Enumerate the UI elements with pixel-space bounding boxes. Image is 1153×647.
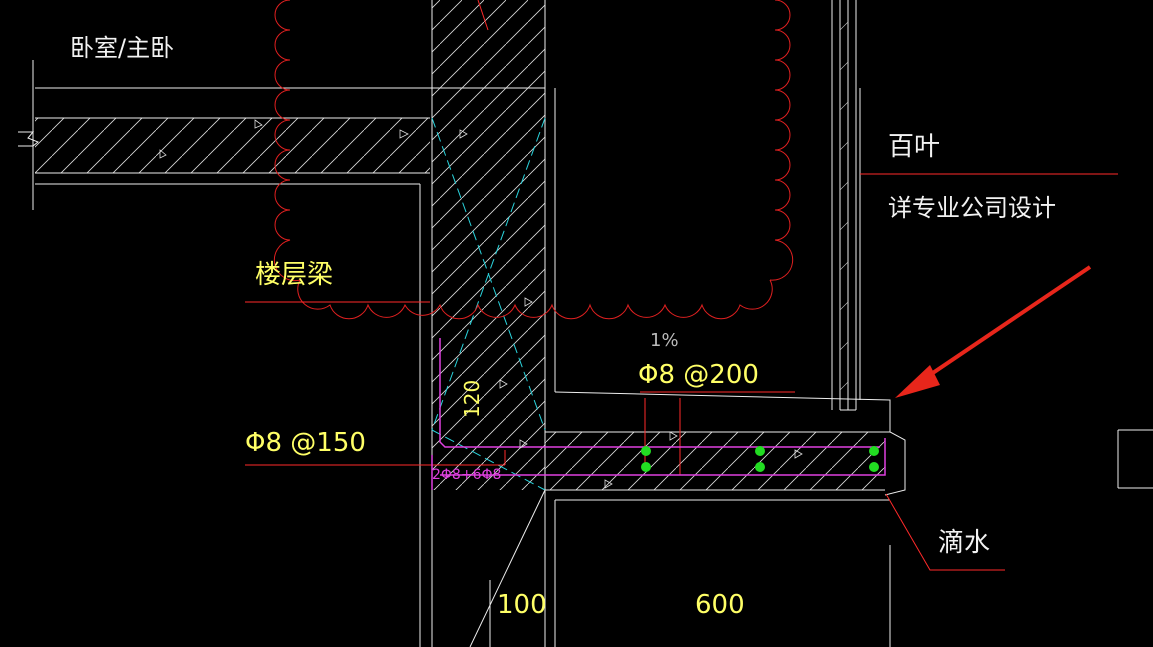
red-arrow [895, 265, 1092, 398]
rebar-side-label: Φ8 @150 [245, 428, 366, 458]
slope-label: 1% [650, 330, 679, 351]
blinds-note-label: 详专业公司设计 [888, 194, 1056, 222]
window-hatch [839, 21, 849, 391]
drip-label: 滴水 [938, 528, 991, 558]
floor-beam-label: 楼层梁 [255, 260, 334, 290]
dim-120-label: 120 [460, 379, 484, 418]
dim-100-label: 100 [497, 590, 547, 620]
rebar-top-label: Φ8 @200 [638, 360, 759, 390]
window-frame [831, 0, 1153, 489]
rebar-small-label: 2Φ8+6Φ8 [432, 467, 502, 483]
room-label: 卧室/主卧 [70, 34, 175, 62]
dim-600-label: 600 [695, 590, 745, 620]
concrete-column [419, 0, 556, 647]
blinds-label: 百叶 [888, 132, 941, 162]
